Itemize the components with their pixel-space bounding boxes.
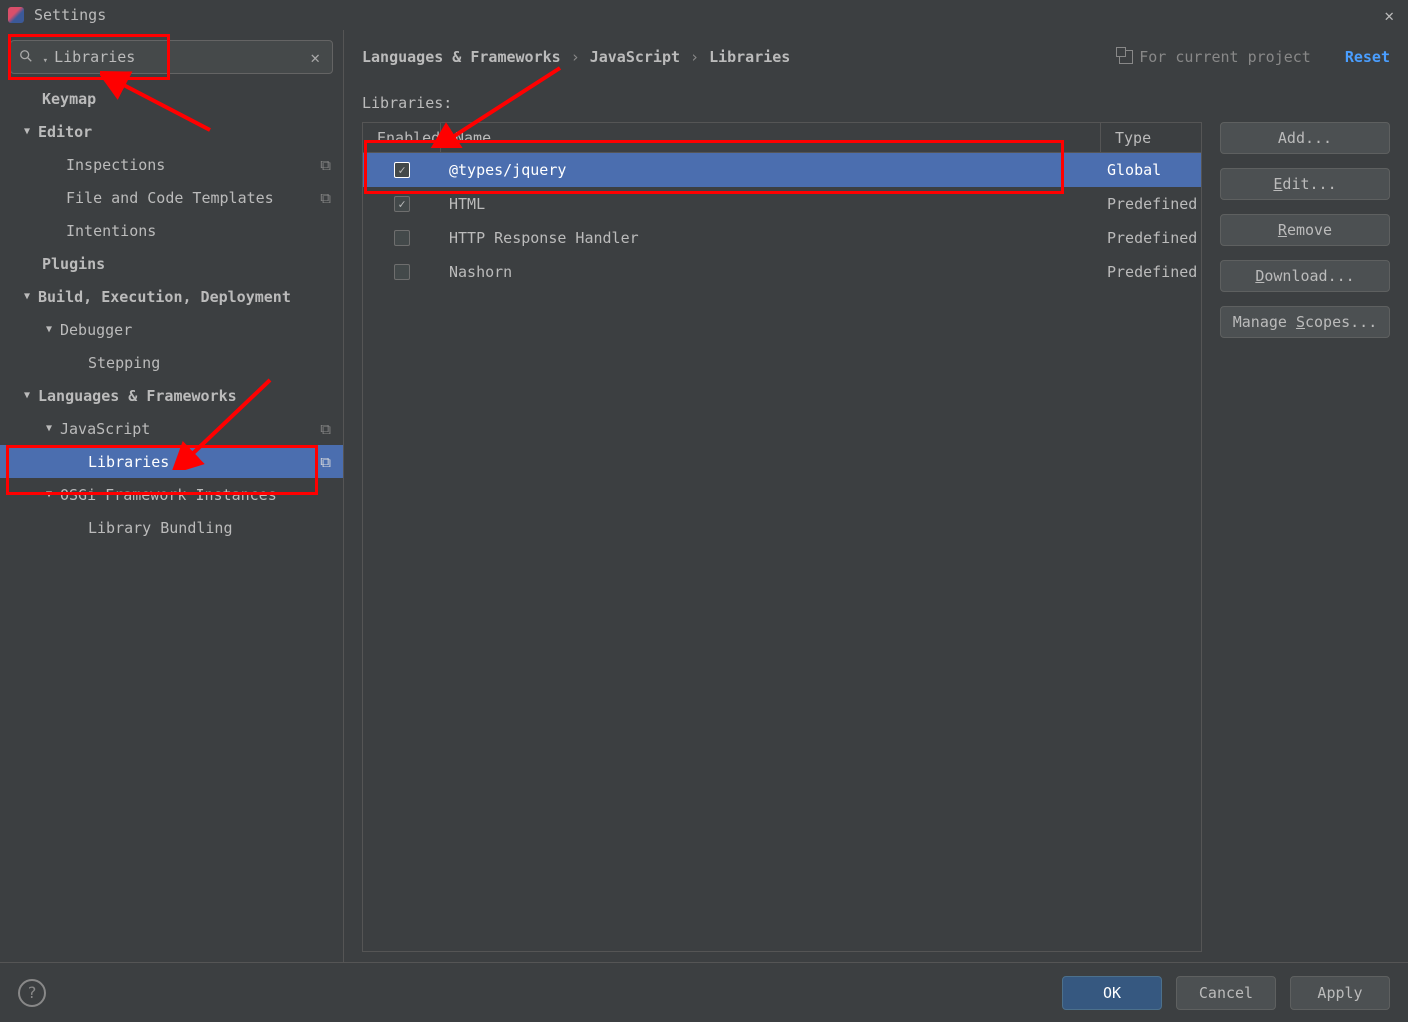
cancel-button[interactable]: Cancel xyxy=(1176,976,1276,1010)
tree-item-intentions[interactable]: Intentions xyxy=(0,214,343,247)
tree-label: Inspections xyxy=(66,156,165,174)
breadcrumb-segment[interactable]: JavaScript xyxy=(590,48,680,66)
tree-label: Languages & Frameworks xyxy=(38,387,237,405)
project-icon xyxy=(1119,50,1133,64)
search-icon: ▾ xyxy=(19,48,48,67)
app-icon xyxy=(8,7,24,23)
breadcrumb-separator: › xyxy=(571,48,580,66)
dialog-footer: ? OK Cancel Apply xyxy=(0,962,1408,1022)
tree-item-stepping[interactable]: Stepping xyxy=(0,346,343,379)
clear-search-icon[interactable]: ✕ xyxy=(306,48,324,67)
table-actions: Add... Edit... Remove Download... Manage… xyxy=(1220,122,1390,952)
cell-name: @types/jquery xyxy=(441,161,1101,179)
cell-name: HTTP Response Handler xyxy=(441,229,1101,247)
copy-icon: ⧉ xyxy=(320,156,331,174)
enabled-checkbox[interactable] xyxy=(394,230,410,246)
reset-link[interactable]: Reset xyxy=(1345,48,1390,66)
tree-label: Debugger xyxy=(60,321,132,339)
copy-icon: ⧉ xyxy=(320,189,331,207)
ok-button[interactable]: OK xyxy=(1062,976,1162,1010)
edit-button[interactable]: Edit... xyxy=(1220,168,1390,200)
chevron-down-icon: ▼ xyxy=(20,390,34,401)
cell-name: Nashorn xyxy=(441,263,1101,281)
tree-label: File and Code Templates xyxy=(66,189,274,207)
tree-item-editor[interactable]: ▼ Editor xyxy=(0,115,343,148)
tree-label: OSGi Framework Instances xyxy=(60,486,277,504)
chevron-down-icon: ▼ xyxy=(20,291,34,302)
cell-type: Predefined xyxy=(1101,195,1201,213)
manage-scopes-button[interactable]: Manage Scopes... xyxy=(1220,306,1390,338)
tree-label: Library Bundling xyxy=(88,519,233,537)
breadcrumb-separator: › xyxy=(690,48,699,66)
settings-tree: Keymap ▼ Editor Inspections ⧉ File and Cod… xyxy=(0,82,343,962)
download-button[interactable]: Download... xyxy=(1220,260,1390,292)
content-pane: Languages & Frameworks › JavaScript › Li… xyxy=(344,30,1408,962)
search-input[interactable] xyxy=(54,48,306,66)
tree-item-javascript[interactable]: ▼ JavaScript ⧉ xyxy=(0,412,343,445)
tree-label: Keymap xyxy=(42,90,96,108)
add-button[interactable]: Add... xyxy=(1220,122,1390,154)
apply-button[interactable]: Apply xyxy=(1290,976,1390,1010)
tree-item-build-execution-deployment[interactable]: ▼ Build, Execution, Deployment xyxy=(0,280,343,313)
tree-label: Plugins xyxy=(42,255,105,273)
remove-button[interactable]: Remove xyxy=(1220,214,1390,246)
tree-item-debugger[interactable]: ▼ Debugger xyxy=(0,313,343,346)
search-input-wrap[interactable]: ▾ ✕ xyxy=(10,40,333,74)
tree-label: Build, Execution, Deployment xyxy=(38,288,291,306)
chevron-down-icon: ▼ xyxy=(42,324,56,335)
copy-icon: ⧉ xyxy=(320,453,331,471)
tree-item-osgi[interactable]: ▼ OSGi Framework Instances xyxy=(0,478,343,511)
enabled-checkbox[interactable]: ✓ xyxy=(394,162,410,178)
chevron-down-icon: ▼ xyxy=(42,489,56,500)
sidebar: ▾ ✕ Keymap ▼ Editor Inspections ⧉ File and… xyxy=(0,30,344,962)
breadcrumb-segment: Libraries xyxy=(709,48,790,66)
cell-type: Predefined xyxy=(1101,229,1201,247)
project-scope-tag: For current project xyxy=(1119,48,1311,66)
table-header: Enabled Name Type xyxy=(363,123,1201,153)
table-row[interactable]: NashornPredefined xyxy=(363,255,1201,289)
project-scope-label: For current project xyxy=(1139,48,1311,66)
tree-label: Libraries xyxy=(88,453,169,471)
tree-item-keymap[interactable]: Keymap xyxy=(0,82,343,115)
column-header-name[interactable]: Name xyxy=(441,123,1101,152)
table-row[interactable]: ✓ @types/jqueryGlobal xyxy=(363,153,1201,187)
tree-item-plugins[interactable]: Plugins xyxy=(0,247,343,280)
tree-label: JavaScript xyxy=(60,420,150,438)
tree-item-library-bundling[interactable]: Library Bundling xyxy=(0,511,343,544)
tree-label: Intentions xyxy=(66,222,156,240)
section-label: Libraries: xyxy=(362,94,1390,112)
table-row[interactable]: HTTP Response HandlerPredefined xyxy=(363,221,1201,255)
libraries-table: Enabled Name Type ✓ @types/jqueryGlobal ✓ H… xyxy=(362,122,1202,952)
tree-item-inspections[interactable]: Inspections ⧉ xyxy=(0,148,343,181)
cell-name: HTML xyxy=(441,195,1101,213)
help-button[interactable]: ? xyxy=(18,979,46,1007)
tree-item-languages-frameworks[interactable]: ▼ Languages & Frameworks xyxy=(0,379,343,412)
column-header-type[interactable]: Type xyxy=(1101,123,1201,152)
breadcrumb-segment[interactable]: Languages & Frameworks xyxy=(362,48,561,66)
breadcrumb: Languages & Frameworks › JavaScript › Li… xyxy=(362,44,1390,70)
window-title: Settings xyxy=(34,6,106,24)
tree-item-file-code-templates[interactable]: File and Code Templates ⧉ xyxy=(0,181,343,214)
tree-label: Editor xyxy=(38,123,92,141)
enabled-checkbox[interactable]: ✓ xyxy=(394,196,410,212)
column-header-enabled[interactable]: Enabled xyxy=(363,123,441,152)
table-row[interactable]: ✓ HTMLPredefined xyxy=(363,187,1201,221)
enabled-checkbox[interactable] xyxy=(394,264,410,280)
close-icon[interactable]: ✕ xyxy=(1378,6,1400,25)
cell-type: Global xyxy=(1101,161,1201,179)
titlebar: Settings ✕ xyxy=(0,0,1408,30)
tree-label: Stepping xyxy=(88,354,160,372)
copy-icon: ⧉ xyxy=(320,420,331,438)
chevron-down-icon: ▼ xyxy=(20,126,34,137)
chevron-down-icon: ▼ xyxy=(42,423,56,434)
tree-item-libraries[interactable]: Libraries ⧉ xyxy=(0,445,343,478)
cell-type: Predefined xyxy=(1101,263,1201,281)
